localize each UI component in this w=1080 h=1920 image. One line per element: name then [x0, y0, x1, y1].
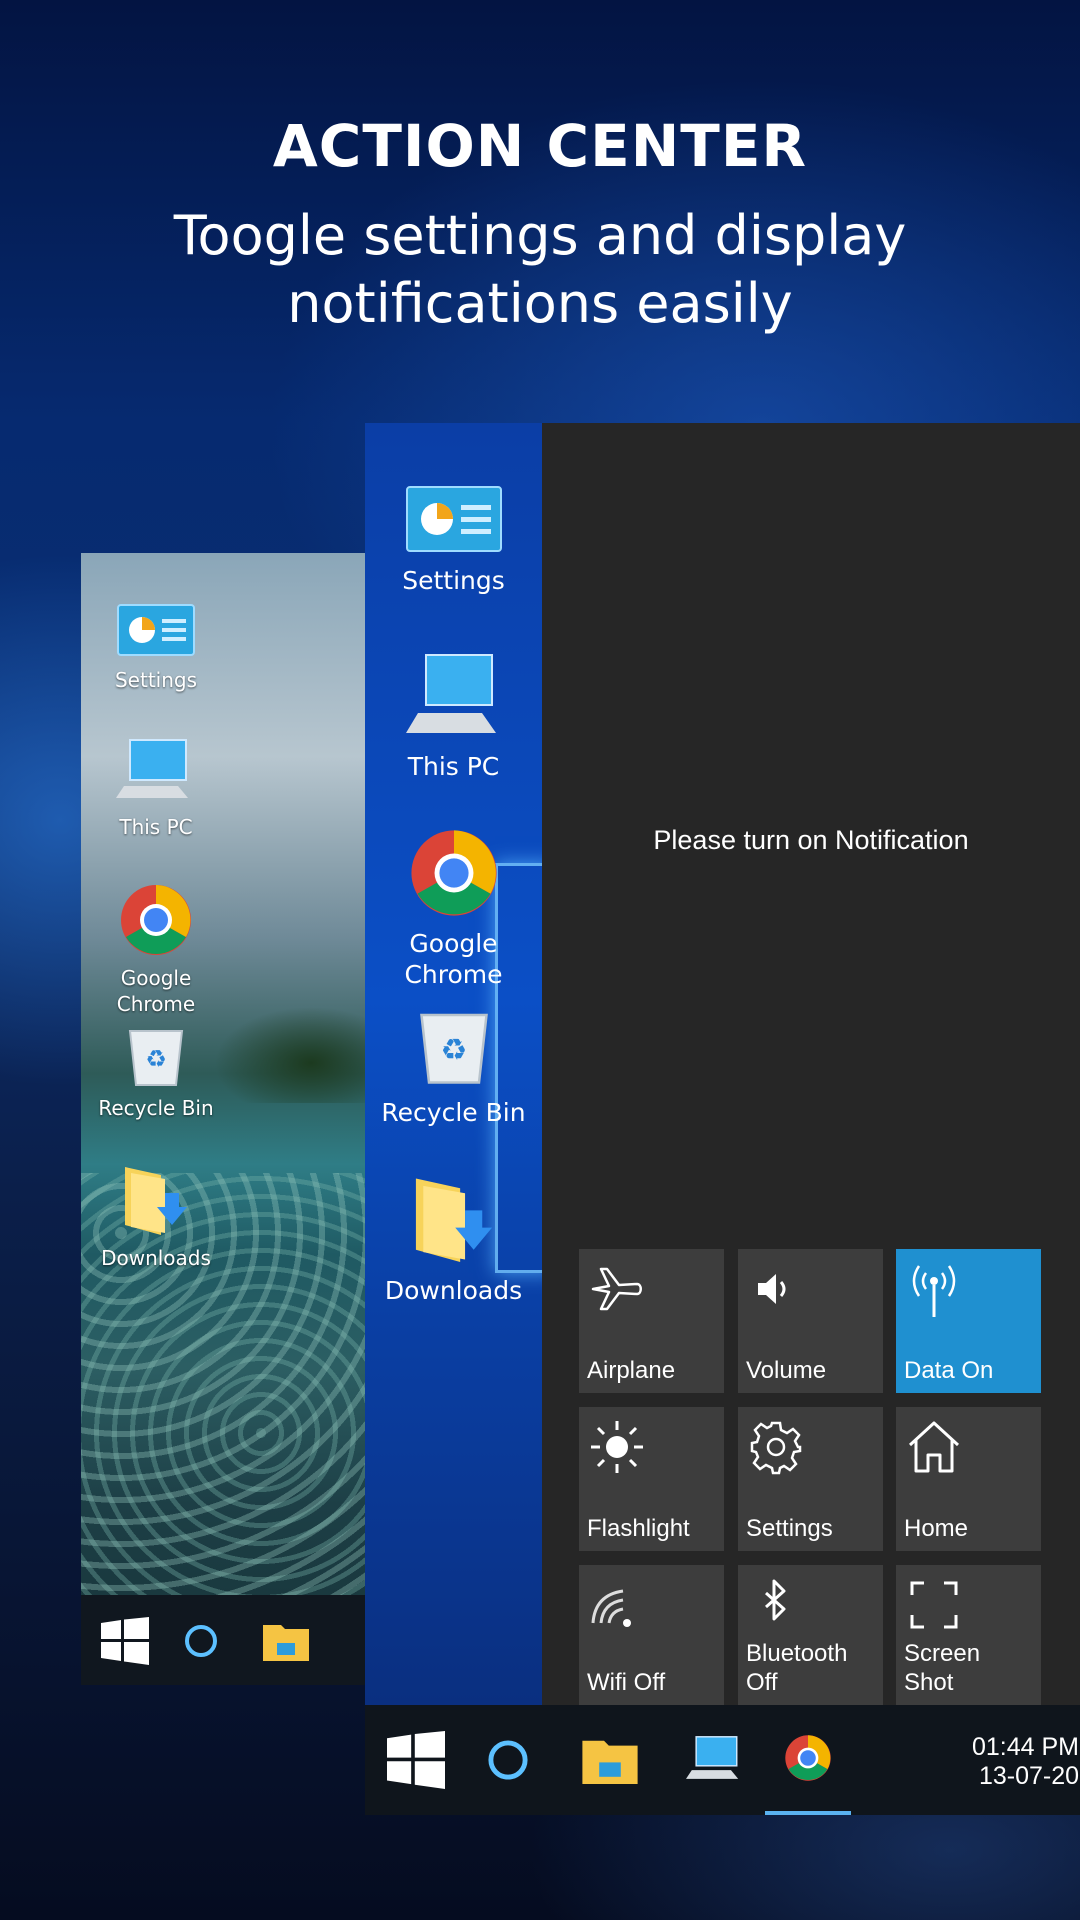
- computer-icon: [405, 654, 496, 733]
- back-desktop-icon-this-pc[interactable]: This PC: [81, 738, 231, 840]
- settings-app-icon: [405, 486, 502, 552]
- start-icon[interactable]: [101, 1617, 149, 1665]
- desktop-icon-label: Downloads: [384, 1276, 523, 1305]
- back-desktop-icon-downloads[interactable]: Downloads: [81, 1163, 231, 1271]
- back-desktop-icon-label: Recycle Bin: [98, 1096, 214, 1120]
- back-desktop-icon-label: This PC: [119, 815, 193, 839]
- desktop-icon-this-pc[interactable]: This PC: [365, 653, 542, 782]
- quick-action-settings[interactable]: Settings: [738, 1407, 883, 1551]
- back-taskbar: [81, 1595, 381, 1685]
- quick-action-flashlight[interactable]: Flashlight: [579, 1407, 724, 1551]
- chrome-icon: [785, 1735, 831, 1781]
- cortana-icon: [488, 1740, 528, 1780]
- quick-action-label: Screen Shot: [904, 1639, 1035, 1697]
- quick-action-label-line: Bluetooth: [746, 1640, 848, 1667]
- start-icon: [387, 1731, 445, 1789]
- desktop-icon-recycle-bin[interactable]: ♻ Recycle Bin: [365, 1003, 542, 1128]
- quick-action-label-line: Off: [746, 1669, 778, 1696]
- hero-subtitle: Toogle settings and display notification…: [0, 202, 1080, 338]
- front-phone-screen: Settings This PC Google Chrome ♻ Recycle…: [365, 423, 1080, 1815]
- clock-date: 13-07-20: [978, 1762, 1080, 1790]
- back-desktop-icon-label: Settings: [114, 668, 198, 692]
- desktop-icon-label-line: Google: [409, 929, 498, 958]
- desktop-icon-settings[interactable]: Settings: [365, 485, 542, 596]
- back-desktop-icon-label: Google Chrome: [116, 966, 196, 1016]
- quick-action-wifi[interactable]: Wifi Off: [579, 1565, 724, 1705]
- hero-subtitle-line-2: notifications easily: [287, 272, 793, 335]
- home-icon: [908, 1421, 960, 1473]
- this-pc-icon: [686, 1736, 739, 1779]
- quick-action-label: Settings: [746, 1515, 833, 1542]
- quick-action-label: Home: [904, 1515, 969, 1542]
- mobile-data-icon: [912, 1265, 956, 1317]
- flashlight-icon: [591, 1421, 643, 1473]
- desktop-icon-chrome[interactable]: Google Chrome: [365, 828, 542, 990]
- quick-action-label: Data On: [904, 1357, 994, 1384]
- taskbar: 01:44 PM 13-07-20: [365, 1705, 1080, 1815]
- taskbar-clock[interactable]: 01:44 PM 13-07-20: [972, 1733, 1079, 1791]
- file-explorer-icon[interactable]: [263, 1621, 309, 1661]
- desktop-icon-label: Recycle Bin: [381, 1098, 526, 1127]
- airplane-icon: [591, 1267, 642, 1311]
- start-button[interactable]: [385, 1705, 447, 1815]
- desktop-strip: Settings This PC Google Chrome ♻ Recycle…: [365, 423, 555, 1705]
- back-desktop-icon-settings[interactable]: Settings: [81, 603, 231, 693]
- quick-action-screenshot[interactable]: Screen Shot: [896, 1565, 1041, 1705]
- wifi-icon: [591, 1589, 631, 1627]
- this-pc-button[interactable]: [685, 1705, 745, 1815]
- cortana-button[interactable]: [483, 1705, 533, 1815]
- file-explorer-icon: [582, 1740, 638, 1784]
- quick-action-data[interactable]: Data On: [896, 1249, 1041, 1393]
- bluetooth-icon: [765, 1579, 786, 1621]
- quick-action-label: Airplane: [587, 1357, 676, 1384]
- recycle-bin-icon: ♻: [128, 1030, 184, 1086]
- volume-icon: [758, 1274, 786, 1304]
- back-desktop-icon-chrome[interactable]: Google Chrome: [81, 883, 231, 1017]
- recycle-bin-icon: ♻: [419, 1013, 488, 1084]
- settings-app-icon: [117, 604, 195, 656]
- quick-action-label: Volume: [746, 1357, 827, 1384]
- file-explorer-button[interactable]: [580, 1705, 640, 1815]
- cortana-icon[interactable]: [183, 1623, 219, 1659]
- chrome-icon: [121, 885, 191, 955]
- back-phone-screen: Settings This PC Google Chrome ♻ Recycle…: [81, 553, 381, 1685]
- back-desktop-icon-label: Downloads: [101, 1246, 211, 1270]
- gear-icon: [750, 1421, 802, 1475]
- quick-action-label: Bluetooth Off: [746, 1639, 877, 1697]
- downloads-folder-icon: [125, 1167, 187, 1235]
- action-center-panel: Please turn on Notification Airplane Vol…: [542, 423, 1080, 1705]
- desktop-icon-downloads[interactable]: Downloads: [365, 1173, 542, 1306]
- svg-text:♻: ♻: [440, 1033, 467, 1068]
- chrome-taskbar-button[interactable]: [765, 1705, 851, 1815]
- quick-action-label-line: Screen: [904, 1640, 981, 1667]
- computer-icon: [116, 739, 188, 798]
- quick-action-home[interactable]: Home: [896, 1407, 1041, 1551]
- chrome-icon: [410, 830, 497, 916]
- svg-text:♻: ♻: [145, 1045, 167, 1073]
- back-desktop-icon-recycle-bin[interactable]: ♻ Recycle Bin: [81, 1023, 231, 1121]
- quick-action-bluetooth[interactable]: Bluetooth Off: [738, 1565, 883, 1705]
- desktop-icon-label: Google Chrome: [365, 928, 542, 990]
- hero-title: ACTION CENTER: [272, 112, 808, 180]
- quick-action-label: Wifi Off: [587, 1669, 666, 1696]
- screenshot-icon: [910, 1581, 958, 1629]
- notification-message: Please turn on Notification: [653, 825, 969, 855]
- hero-subtitle-line-1: Toogle settings and display: [173, 204, 907, 267]
- quick-action-label-line: Shot: [904, 1669, 954, 1696]
- clock-time: 01:44 PM: [972, 1733, 1080, 1761]
- downloads-folder-icon: [415, 1178, 492, 1262]
- desktop-icon-label: Settings: [402, 566, 505, 595]
- quick-action-label: Flashlight: [587, 1515, 690, 1542]
- desktop-icon-label: This PC: [407, 752, 500, 781]
- desktop-icon-label-line: Chrome: [404, 960, 503, 989]
- quick-action-airplane[interactable]: Airplane: [579, 1249, 724, 1393]
- quick-action-volume[interactable]: Volume: [738, 1249, 883, 1393]
